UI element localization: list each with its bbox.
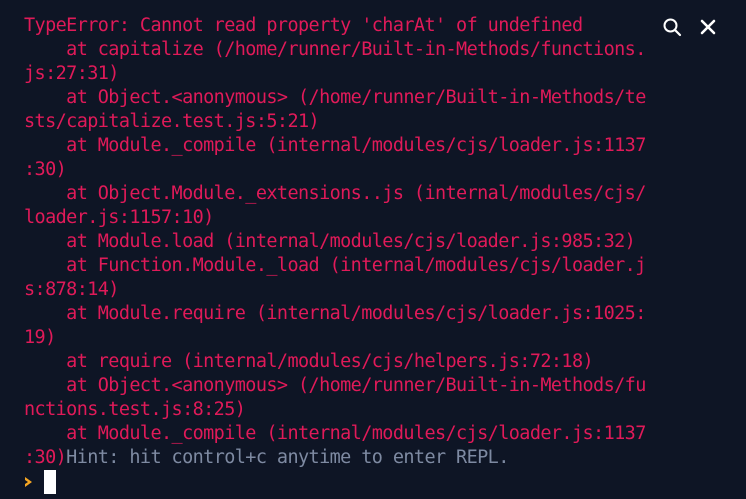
stack-line: at Object.<anonymous> (/home/runner/Buil… bbox=[24, 87, 646, 108]
close-button[interactable] bbox=[696, 15, 720, 39]
stack-line-with-hint: :30)Hint: hit control+c anytime to enter… bbox=[24, 446, 746, 470]
stack-line: at Module.load (internal/modules/cjs/loa… bbox=[24, 231, 636, 252]
stack-line: js:27:31) bbox=[24, 63, 119, 84]
close-icon bbox=[700, 19, 716, 35]
stack-line: at Module.require (internal/modules/cjs/… bbox=[24, 303, 646, 324]
stack-line: at Module._compile (internal/modules/cjs… bbox=[24, 135, 646, 156]
stack-line: at Function.Module._load (internal/modul… bbox=[24, 255, 646, 276]
text-cursor[interactable] bbox=[44, 470, 56, 494]
console-toolbar bbox=[654, 12, 720, 42]
stack-line: at require (internal/modules/cjs/helpers… bbox=[24, 351, 594, 372]
repl-hint: Hint: hit control+c anytime to enter REP… bbox=[66, 447, 509, 468]
stack-line: at Object.Module._extensions..js (intern… bbox=[24, 183, 646, 204]
search-icon bbox=[663, 18, 682, 37]
stack-line: at Object.<anonymous> (/home/runner/Buil… bbox=[24, 375, 646, 396]
stack-line: 19) bbox=[24, 327, 56, 348]
search-button[interactable] bbox=[660, 15, 684, 39]
stack-line-tail: :30) bbox=[24, 447, 67, 468]
prompt-chevron-icon bbox=[24, 475, 36, 489]
stack-line: nctions.test.js:8:25) bbox=[24, 399, 246, 420]
stack-line: at capitalize (/home/runner/Built-in-Met… bbox=[24, 39, 646, 60]
stack-line: s:878:14) bbox=[24, 279, 119, 300]
stack-line: loader.js:1157:10) bbox=[24, 207, 214, 228]
stack-line: sts/capitalize.test.js:5:21) bbox=[24, 111, 320, 132]
repl-prompt[interactable] bbox=[24, 469, 56, 495]
stack-line: at Module._compile (internal/modules/cjs… bbox=[24, 423, 646, 444]
console-output[interactable]: TypeError: Cannot read property 'charAt'… bbox=[0, 0, 746, 499]
error-line: TypeError: Cannot read property 'charAt'… bbox=[24, 15, 583, 36]
stack-line: :30) bbox=[24, 159, 67, 180]
